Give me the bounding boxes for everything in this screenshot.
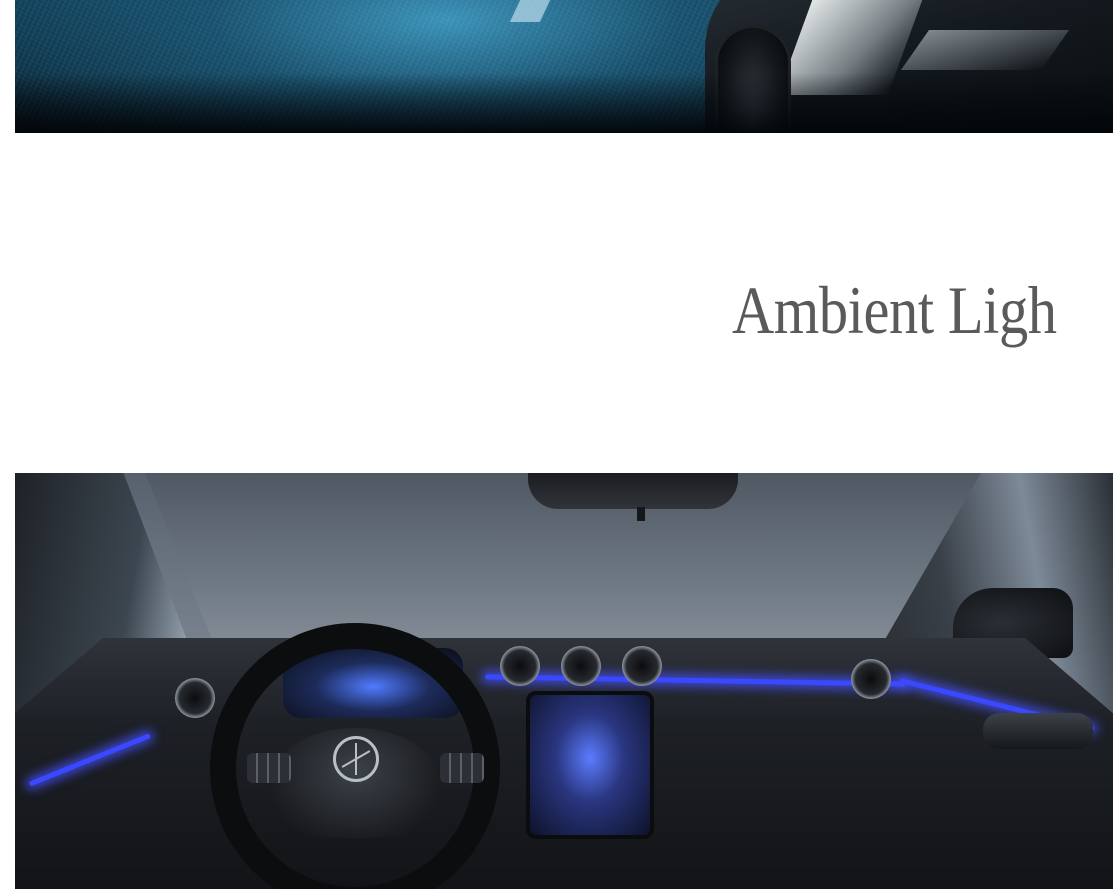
rearview-mirror-mount: [637, 507, 645, 521]
hero-car-image: [15, 0, 1113, 133]
steering-wheel-buttons-left: [247, 753, 291, 783]
air-vent: [500, 646, 540, 686]
steering-wheel-buttons-right: [440, 753, 484, 783]
rearview-mirror: [528, 473, 738, 509]
air-vent: [622, 646, 662, 686]
door-handle: [983, 713, 1093, 749]
air-vent: [561, 646, 601, 686]
section-heading: Ambient Ligh: [732, 272, 1057, 348]
air-vent: [851, 659, 891, 699]
air-vent: [175, 678, 215, 718]
interior-ambient-lighting-image: [15, 473, 1113, 889]
center-touchscreen: [526, 691, 654, 839]
brand-star-logo-icon: [333, 736, 379, 782]
image-shade: [15, 73, 1113, 133]
car-body-reflection: [900, 30, 1070, 70]
page: Ambient Ligh: [0, 0, 1113, 889]
